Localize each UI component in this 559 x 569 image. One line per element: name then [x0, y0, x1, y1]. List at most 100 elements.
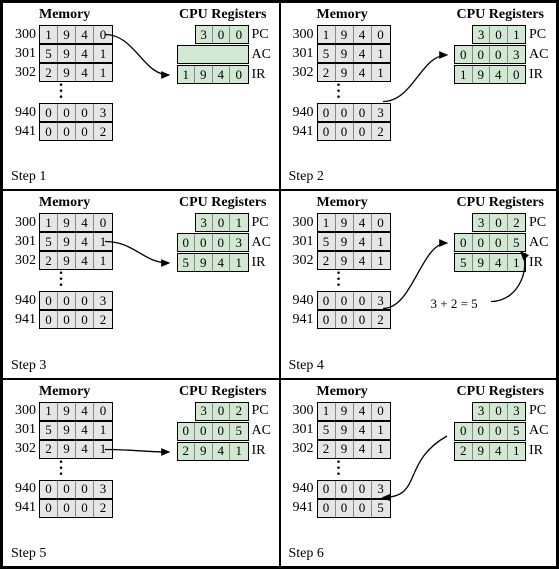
- memory-row: 300 1940: [289, 402, 391, 421]
- memory-row: 300 1940: [11, 402, 113, 421]
- digit-cell: 0: [76, 123, 94, 140]
- digit-cell: 0: [94, 214, 112, 231]
- value-cells: 5941: [39, 421, 113, 440]
- value-cells: 0005: [177, 422, 249, 441]
- digit-cell: 4: [354, 233, 372, 250]
- digit-cell: 4: [354, 441, 372, 458]
- step-panel-1: Memory CPU Registers 300 1940 301 5941 3…: [2, 2, 280, 190]
- memory-address: 941: [11, 124, 39, 140]
- memory-address: 941: [289, 312, 317, 328]
- digit-cell: 4: [354, 422, 372, 439]
- digit-cell: 4: [213, 254, 231, 271]
- digit-cell: 1: [178, 66, 196, 83]
- digit-cell: 9: [58, 233, 76, 250]
- digit-cell: 5: [40, 45, 58, 62]
- digit-cell: 1: [372, 64, 390, 81]
- ellipsis-icon: ···: [289, 270, 389, 291]
- value-cells: 5941: [39, 44, 113, 63]
- digit-cell: 0: [58, 292, 76, 309]
- memory-address: 940: [11, 481, 39, 497]
- digit-cell: 9: [195, 443, 213, 460]
- digit-cell: 0: [40, 311, 58, 328]
- value-cells: 2941: [317, 63, 391, 82]
- value-cells: 0002: [317, 310, 391, 329]
- value-cells: 1940: [317, 213, 391, 232]
- register-block: 302 PC 0005 AC 2941 IR: [177, 402, 271, 518]
- digit-cell: 4: [354, 45, 372, 62]
- register-label: IR: [526, 255, 548, 271]
- register-label: PC: [249, 27, 271, 43]
- value-cells: 5941: [317, 232, 391, 251]
- digit-cell: 4: [76, 26, 94, 43]
- digit-cell: 0: [58, 311, 76, 328]
- digit-cell: 0: [178, 423, 196, 440]
- memory-address: 300: [289, 27, 317, 43]
- digit-cell: 0: [336, 104, 354, 121]
- digit-cell: 2: [318, 441, 336, 458]
- digit-cell: 0: [213, 214, 230, 231]
- digit-cell: 4: [76, 214, 94, 231]
- memory-address: 301: [11, 46, 39, 62]
- memory-address: 941: [11, 312, 39, 328]
- memory-row: 941 0002: [289, 310, 391, 329]
- register-label: AC: [526, 423, 548, 439]
- ellipsis-icon: ···: [11, 82, 111, 103]
- memory-row: 940 0003: [289, 480, 391, 499]
- memory-row: 301 5941: [11, 421, 113, 440]
- register-label: AC: [249, 235, 271, 251]
- cpu-title: CPU Registers: [179, 7, 266, 23]
- memory-row: 940 0003: [11, 480, 113, 499]
- memory-row: 300 1940: [289, 25, 391, 44]
- memory-block: 300 1940 301 5941 302 2941 ··· 940 0003 …: [289, 213, 391, 329]
- value-cells: 301: [195, 213, 249, 232]
- memory-address: 302: [11, 65, 39, 81]
- register-label: AC: [249, 423, 271, 439]
- digit-cell: 5: [40, 422, 58, 439]
- memory-address: 300: [11, 403, 39, 419]
- digit-cell: 4: [76, 233, 94, 250]
- digit-cell: 4: [76, 422, 94, 439]
- memory-row: 941 0005: [289, 499, 391, 518]
- digit-cell: 0: [354, 311, 372, 328]
- value-cells: 301: [472, 25, 526, 44]
- step-label: Step 6: [289, 546, 324, 562]
- digit-cell: 4: [213, 443, 231, 460]
- digit-cell: 2: [40, 252, 58, 269]
- value-cells: 0002: [317, 122, 391, 141]
- memory-row: 941 0002: [11, 499, 113, 518]
- value-cells: 2941: [177, 442, 249, 461]
- register-label: IR: [526, 443, 548, 459]
- register-label: AC: [526, 47, 548, 63]
- memory-title: Memory: [317, 195, 368, 211]
- digit-cell: 3: [473, 214, 490, 231]
- memory-title: Memory: [317, 384, 368, 400]
- digit-cell: 4: [76, 64, 94, 81]
- digit-cell: 1: [455, 66, 473, 83]
- digit-cell: 1: [94, 64, 112, 81]
- digit-cell: 1: [230, 214, 247, 231]
- memory-row: 300 1940: [289, 213, 391, 232]
- panel-content: 300 1940 301 5941 302 2941 ··· 940 0003 …: [11, 402, 271, 518]
- digit-cell: 3: [94, 481, 112, 498]
- memory-address: 940: [289, 481, 317, 497]
- memory-address: 940: [11, 293, 39, 309]
- register-row-ac: AC: [177, 45, 271, 64]
- register-row-pc: 302 PC: [454, 213, 548, 232]
- register-label: IR: [249, 443, 271, 459]
- digit-cell: 4: [76, 441, 94, 458]
- panel-content: 300 1940 301 5941 302 2941 ··· 940 0003 …: [289, 25, 549, 141]
- digit-cell: 1: [40, 26, 58, 43]
- value-cells: 0002: [39, 122, 113, 141]
- digit-cell: 3: [94, 292, 112, 309]
- digit-cell: 0: [490, 423, 508, 440]
- digit-cell: 1: [94, 233, 112, 250]
- step-panel-4: Memory CPU Registers 300 1940 301 5941 3…: [280, 190, 558, 378]
- digit-cell: 3: [473, 26, 490, 43]
- memory-address: 301: [289, 46, 317, 62]
- digit-cell: 9: [58, 214, 76, 231]
- cpu-title: CPU Registers: [457, 7, 544, 23]
- value-cells: 0003: [317, 103, 391, 122]
- memory-address: 940: [289, 105, 317, 121]
- digit-cell: 0: [58, 500, 76, 517]
- register-label: PC: [526, 215, 548, 231]
